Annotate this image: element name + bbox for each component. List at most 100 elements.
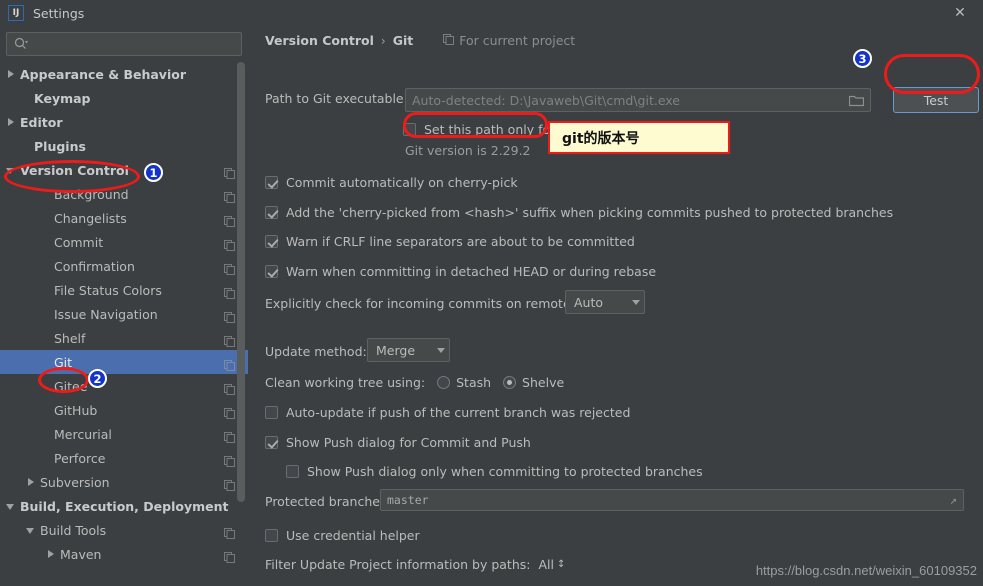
- sidebar-item-maven[interactable]: Maven: [0, 542, 248, 566]
- add-cherrypicked-suffix-checkbox[interactable]: [265, 206, 278, 219]
- sidebar-item-perforce[interactable]: Perforce: [0, 446, 248, 470]
- sidebar-item-issue-navigation[interactable]: Issue Navigation: [0, 302, 248, 326]
- clean-working-tree-stash-radio[interactable]: [437, 376, 451, 389]
- auto-update-row[interactable]: Auto-update if push of the current branc…: [265, 405, 630, 420]
- sidebar-item-editor[interactable]: Editor: [0, 110, 248, 134]
- copy-icon[interactable]: [224, 524, 235, 539]
- chevron-right-icon[interactable]: [6, 69, 17, 80]
- spacer-icon: [40, 261, 51, 272]
- search-field[interactable]: [6, 32, 242, 56]
- sidebar-item-mercurial[interactable]: Mercurial: [0, 422, 248, 446]
- auto-update-checkbox[interactable]: [265, 406, 278, 419]
- credential-helper-checkbox[interactable]: [265, 529, 278, 542]
- breadcrumb: Version Control › Git For current projec…: [265, 33, 575, 48]
- sidebar-item-keymap[interactable]: Keymap: [0, 86, 248, 110]
- copy-icon[interactable]: [224, 476, 235, 491]
- sidebar-item-file-status-colors[interactable]: File Status Colors: [0, 278, 248, 302]
- add-cherrypicked-suffix-row[interactable]: Add the 'cherry-picked from <hash>' suff…: [265, 205, 893, 220]
- commit-auto-cherrypick-row[interactable]: Commit automatically on cherry-pick: [265, 175, 518, 190]
- copy-icon[interactable]: [224, 260, 235, 275]
- chevron-down-icon: [632, 299, 640, 305]
- sidebar-item-label: File Status Colors: [54, 282, 162, 298]
- sidebar-item-shelf[interactable]: Shelf: [0, 326, 248, 350]
- test-button[interactable]: Test: [893, 87, 979, 113]
- spacer-icon: [40, 213, 51, 224]
- chevron-right-icon[interactable]: [26, 477, 37, 488]
- chevron-down-icon: [437, 347, 445, 353]
- sidebar-item-changelists[interactable]: Changelists: [0, 206, 248, 230]
- update-method-value: Merge: [376, 342, 416, 358]
- warn-crlf-row[interactable]: Warn if CRLF line separators are about t…: [265, 234, 635, 249]
- copy-icon[interactable]: [224, 356, 235, 371]
- sidebar-item-label: Build, Execution, Deployment: [20, 498, 229, 514]
- sidebar-item-label: Version Control: [20, 162, 129, 178]
- spacer-icon: [40, 309, 51, 320]
- sidebar-item-plugins[interactable]: Plugins: [0, 134, 248, 158]
- copy-icon[interactable]: [224, 332, 235, 347]
- copy-icon[interactable]: [224, 548, 235, 563]
- sidebar-item-github[interactable]: GitHub: [0, 398, 248, 422]
- show-push-protected-checkbox[interactable]: [286, 465, 299, 478]
- sidebar-item-label: Editor: [20, 114, 63, 130]
- filter-update-value-link[interactable]: All ↕: [538, 557, 565, 572]
- copy-icon[interactable]: [224, 188, 235, 203]
- clean-working-tree-shelve-radio[interactable]: [503, 376, 517, 389]
- sidebar-item-commit[interactable]: Commit: [0, 230, 248, 254]
- copy-icon[interactable]: [224, 236, 235, 251]
- credential-helper-label: Use credential helper: [286, 528, 420, 543]
- sidebar-item-background[interactable]: Background: [0, 182, 248, 206]
- sidebar-item-label: Confirmation: [54, 258, 135, 274]
- chevron-right-icon[interactable]: [46, 549, 57, 560]
- sidebar-item-build-tools[interactable]: Build Tools: [0, 518, 248, 542]
- sidebar-item-git[interactable]: Git: [0, 350, 248, 374]
- folder-icon[interactable]: [848, 94, 865, 107]
- update-method-label: Update method:: [265, 344, 367, 359]
- copy-icon[interactable]: [224, 284, 235, 299]
- warn-detached-head-row[interactable]: Warn when committing in detached HEAD or…: [265, 264, 656, 279]
- set-path-only-checkbox[interactable]: [403, 123, 416, 136]
- show-push-dialog-checkbox[interactable]: [265, 436, 278, 449]
- protected-branches-input[interactable]: master ↗: [380, 489, 964, 511]
- copy-icon[interactable]: [224, 164, 235, 179]
- copy-icon[interactable]: [224, 380, 235, 395]
- sidebar-scrollbar-thumb[interactable]: [237, 62, 245, 502]
- git-path-input[interactable]: Auto-detected: D:\Javaweb\Git\cmd\git.ex…: [405, 88, 871, 112]
- spacer-icon: [40, 237, 51, 248]
- show-push-protected-row[interactable]: Show Push dialog only when committing to…: [286, 464, 703, 479]
- update-method-select[interactable]: Merge: [367, 338, 450, 362]
- sidebar-item-confirmation[interactable]: Confirmation: [0, 254, 248, 278]
- copy-icon[interactable]: [224, 212, 235, 227]
- expand-icon[interactable]: ↗: [950, 493, 957, 507]
- close-icon[interactable]: ✕: [937, 0, 983, 26]
- chevron-down-icon[interactable]: [6, 501, 17, 512]
- copy-icon[interactable]: [224, 308, 235, 323]
- sidebar-item-appearance-behavior[interactable]: Appearance & Behavior: [0, 62, 248, 86]
- sidebar-item-subversion[interactable]: Subversion: [0, 470, 248, 494]
- chevron-down-icon[interactable]: [6, 165, 17, 176]
- search-input[interactable]: [28, 37, 241, 51]
- sidebar-item-version-control[interactable]: Version Control: [0, 158, 248, 182]
- copy-icon[interactable]: [224, 452, 235, 467]
- window-title: Settings: [33, 5, 85, 21]
- for-current-project-text: For current project: [459, 33, 576, 48]
- settings-dialog: IJ Settings ✕ Appearance & Behavior Keyma…: [0, 0, 983, 586]
- protected-branches-label-row: Protected branches:: [265, 494, 391, 509]
- clean-working-tree-shelve-label: Shelve: [522, 375, 565, 390]
- warn-crlf-checkbox[interactable]: [265, 235, 278, 248]
- chevron-right-icon[interactable]: [6, 117, 17, 128]
- warn-detached-head-checkbox[interactable]: [265, 265, 278, 278]
- sidebar-item-gitee[interactable]: Gitee: [0, 374, 248, 398]
- sidebar-item-build-execution-deployment[interactable]: Build, Execution, Deployment: [0, 494, 248, 518]
- commit-auto-cherrypick-checkbox[interactable]: [265, 176, 278, 189]
- annotation-badge-2: 2: [88, 369, 107, 388]
- chevron-down-icon[interactable]: [26, 525, 37, 536]
- show-push-dialog-row[interactable]: Show Push dialog for Commit and Push: [265, 435, 531, 450]
- credential-helper-row[interactable]: Use credential helper: [265, 528, 420, 543]
- breadcrumb-separator: ›: [380, 33, 386, 48]
- spacer-icon: [40, 285, 51, 296]
- git-path-placeholder: Auto-detected: D:\Javaweb\Git\cmd\git.ex…: [412, 92, 680, 108]
- breadcrumb-parent[interactable]: Version Control: [265, 33, 374, 48]
- incoming-commits-select[interactable]: Auto: [565, 290, 645, 314]
- copy-icon[interactable]: [224, 428, 235, 443]
- copy-icon[interactable]: [224, 404, 235, 419]
